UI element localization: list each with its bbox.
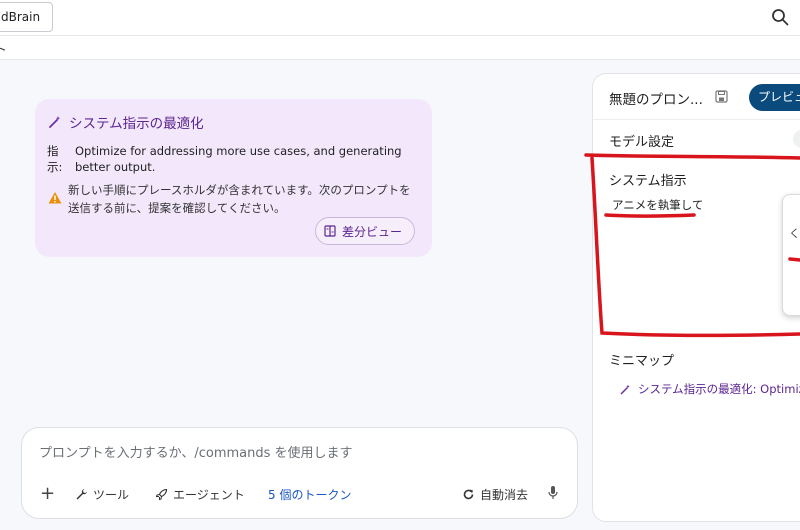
prompt-toolbar: + ツール エージェント 5 個のトークン 自動消去 <box>22 483 577 508</box>
rocket-icon <box>155 488 168 501</box>
tools-button[interactable]: ツール <box>75 486 129 503</box>
prompt-input[interactable]: プロンプトを入力するか、/commands を使用します <box>39 442 353 461</box>
save-icon[interactable] <box>715 90 728 103</box>
run-settings-panel: 無題のプロン... プレビュー モデル設定 システム指示 アニメを執筆して く … <box>592 73 800 522</box>
refresh-icon <box>463 489 474 500</box>
auto-delete-button[interactable]: 自動消去 <box>462 486 528 503</box>
minimap-item[interactable]: システム指示の最適化: Optimize <box>619 381 800 397</box>
agent-label: エージェント <box>173 488 245 502</box>
magic-wand-icon <box>620 384 630 394</box>
panel-header: 無題のプロン... プレビュー <box>593 74 800 120</box>
system-instructions-label: システム指示 <box>609 174 687 189</box>
prompt-input-box[interactable]: プロンプトを入力するか、/commands を使用します + ツール エージェン… <box>21 427 578 519</box>
notice-title-row: システム指示の最適化 <box>47 112 204 132</box>
diff-view-button[interactable]: 差分ビュー <box>315 217 416 245</box>
warning-text: 新しい手順にプレースホルダが含まれています。次のプロンプトを送信する前に、提案を… <box>68 183 411 215</box>
floating-popup[interactable]: く <box>782 194 800 316</box>
diff-icon <box>324 225 336 237</box>
sub-bar: ト <box>0 36 800 60</box>
system-instructions-input[interactable]: アニメを執筆して <box>612 197 703 213</box>
warning-icon <box>48 192 62 204</box>
microphone-icon[interactable] <box>546 485 560 501</box>
preview-button[interactable]: プレビュー <box>749 84 800 111</box>
add-icon[interactable]: + <box>40 483 55 504</box>
instruction-label: 指示: <box>47 144 63 174</box>
magic-wand-icon <box>49 116 61 128</box>
wrench-icon <box>76 489 87 500</box>
token-count: 5 個のトークン <box>268 488 352 502</box>
agent-button[interactable]: エージェント <box>155 486 245 503</box>
model-settings-row[interactable]: モデル設定 <box>593 120 800 158</box>
model-settings-toggle[interactable] <box>793 130 800 148</box>
instruction-text: Optimize for addressing more use cases, … <box>75 144 402 174</box>
prompt-title[interactable]: 無題のプロン... <box>609 88 703 108</box>
minimap-label: ミニマップ <box>609 354 675 369</box>
tools-label: ツール <box>93 488 130 502</box>
optimization-notice-card: システム指示の最適化 指示: Optimize for addressing m… <box>35 99 432 257</box>
top-bar: dBrain <box>0 0 800 36</box>
popup-glyph: く <box>789 227 800 240</box>
notice-title: システム指示の最適化 <box>69 116 204 132</box>
minimap-item-label: システム指示の最適化: Optimize <box>638 382 800 396</box>
auto-delete-label: 自動消去 <box>480 488 529 502</box>
search-icon[interactable] <box>771 8 789 26</box>
brand-button[interactable]: dBrain <box>0 2 54 32</box>
diff-view-label: 差分ビュー <box>342 224 403 239</box>
model-settings-label: モデル設定 <box>609 135 675 150</box>
subbar-text: ト <box>0 43 8 58</box>
